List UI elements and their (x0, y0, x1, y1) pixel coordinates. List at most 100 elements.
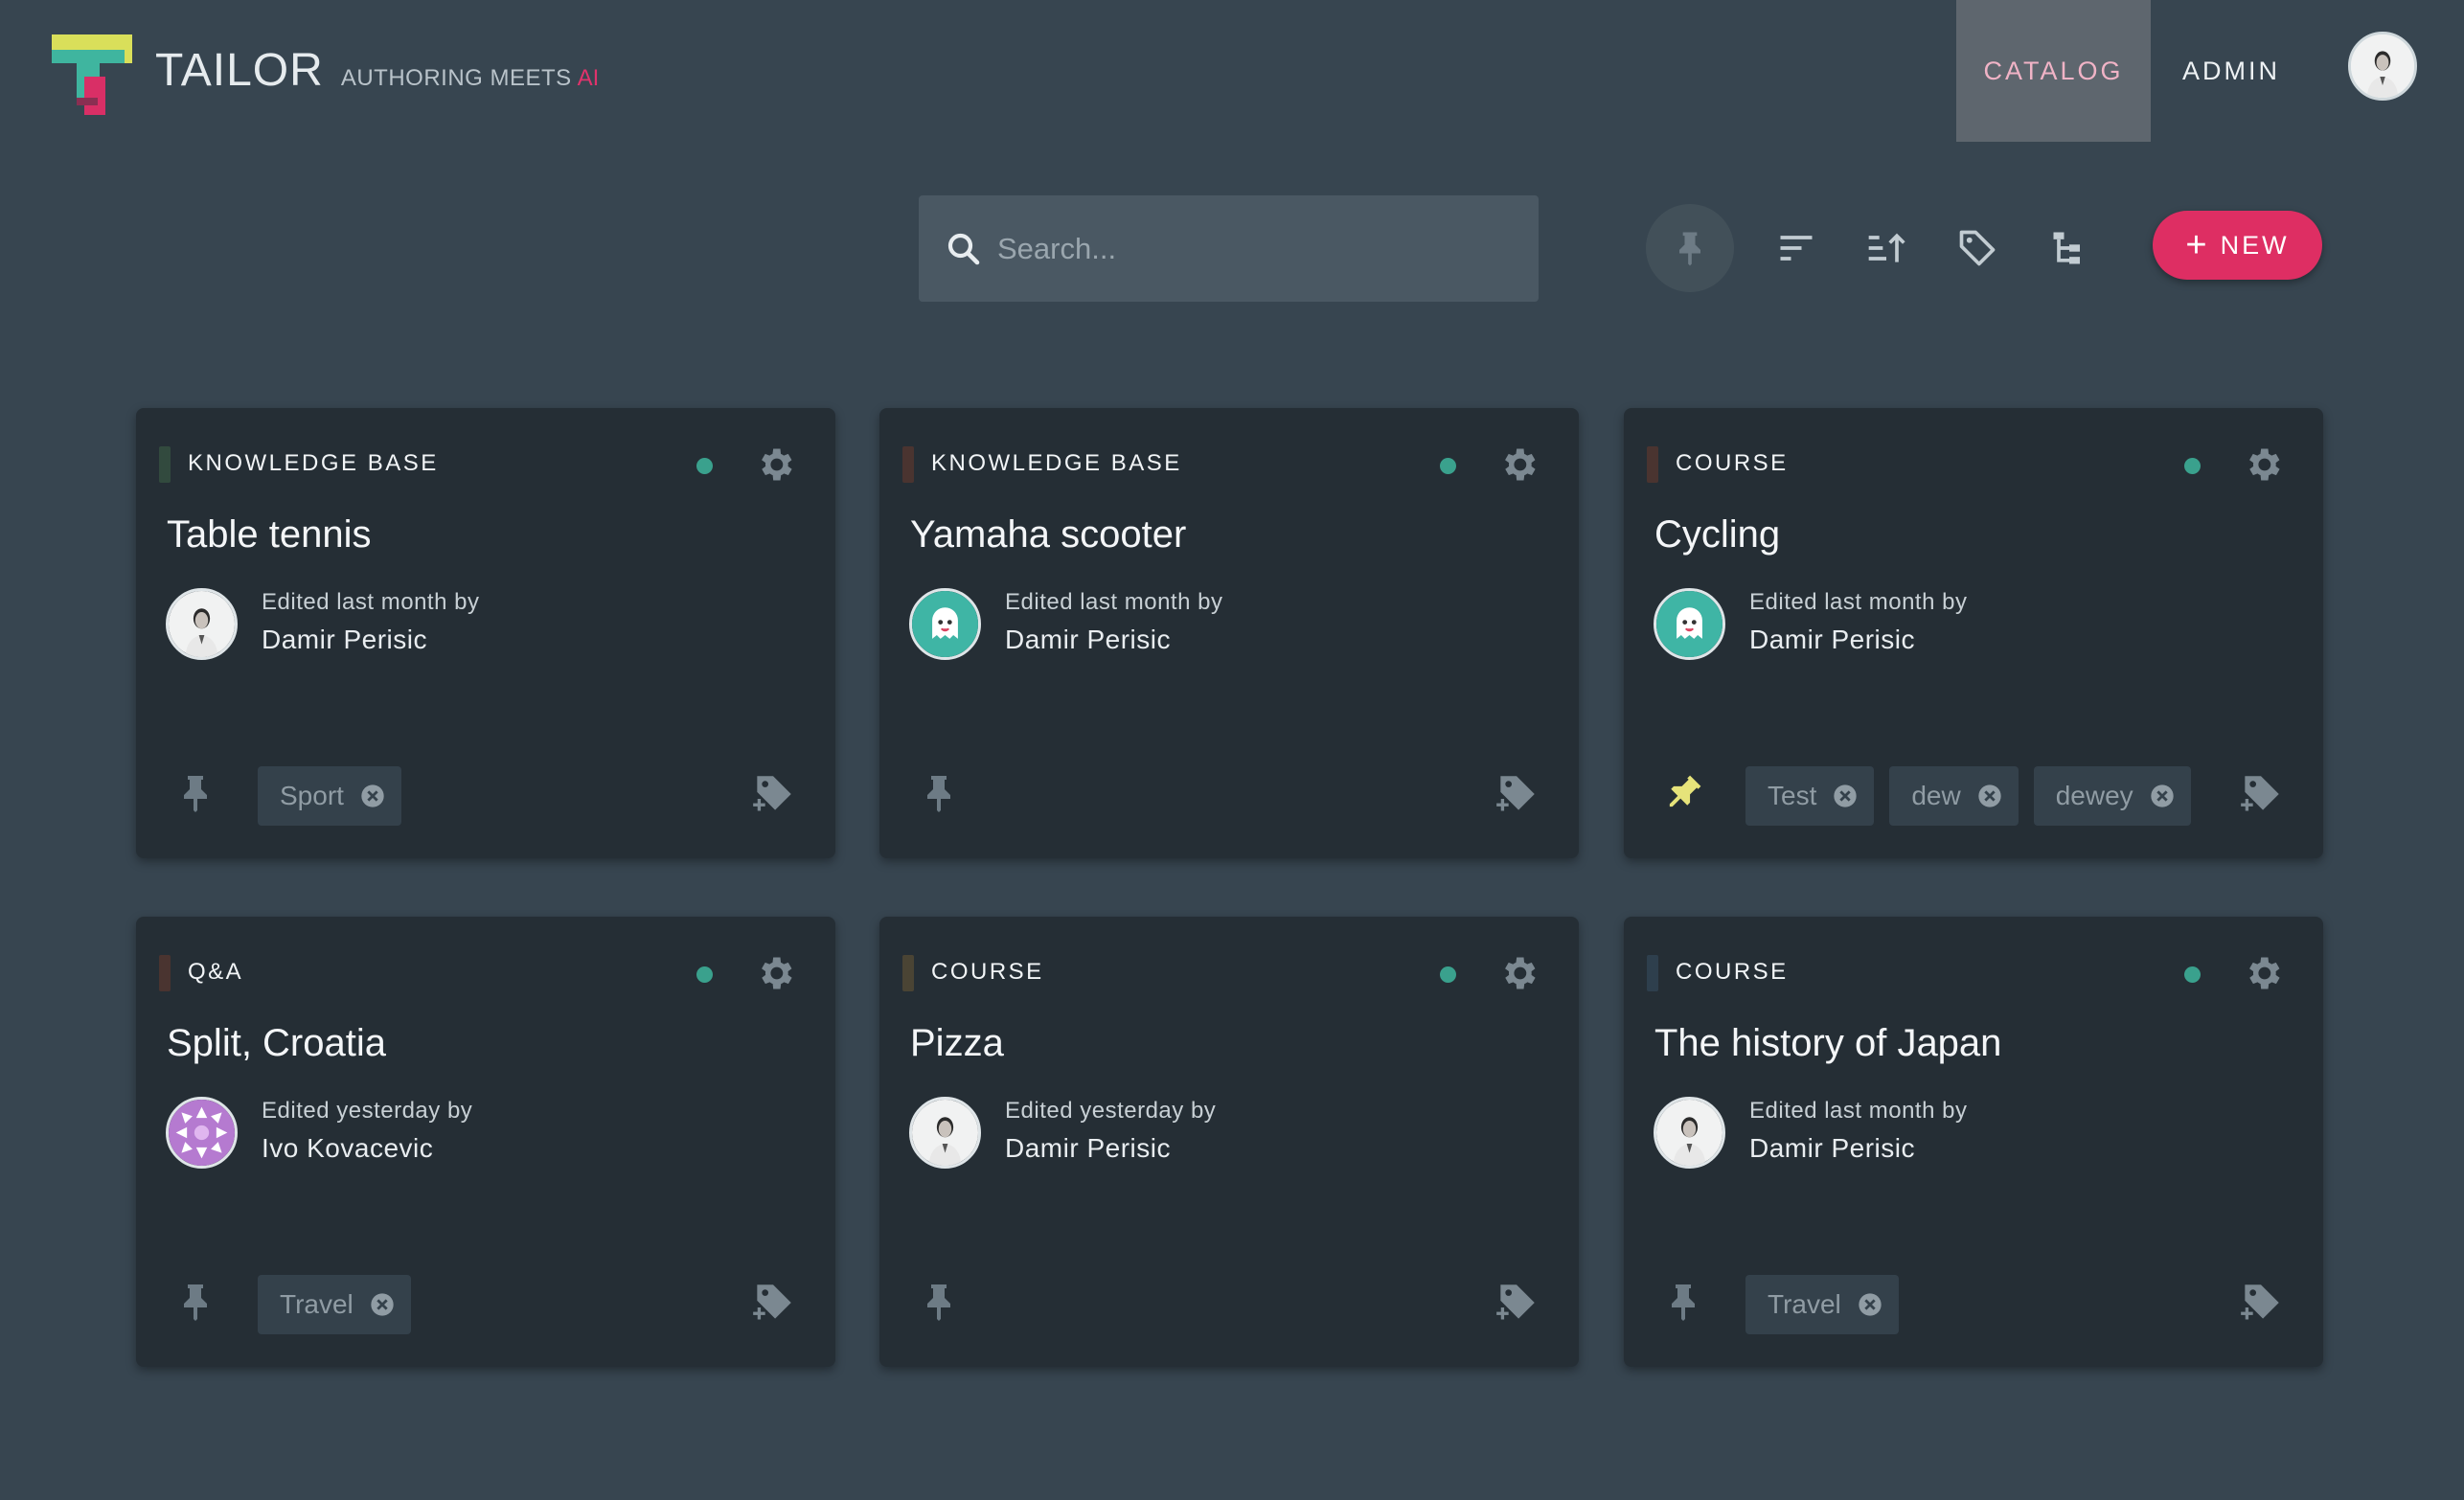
remove-tag-icon[interactable] (359, 783, 386, 809)
card-type: COURSE (1676, 959, 1789, 985)
card-type: Q&A (188, 959, 244, 985)
nav-tab-catalog[interactable]: CATALOG (1956, 0, 2151, 142)
add-tag-icon[interactable] (749, 1279, 797, 1327)
sort-order-button[interactable] (1842, 204, 1930, 292)
author-name: Ivo Kovacevic (262, 1133, 434, 1163)
search-box[interactable] (919, 195, 1539, 302)
tag-chip[interactable]: Travel (258, 1275, 411, 1334)
tree-view-icon (2053, 232, 2080, 264)
sort-icon (1780, 236, 1813, 261)
search-icon (947, 233, 980, 264)
tag-label: Travel (280, 1289, 354, 1319)
settings-gear-icon[interactable] (754, 952, 796, 994)
settings-gear-icon[interactable] (1497, 952, 1540, 994)
tag-label: Travel (1768, 1289, 1841, 1319)
author-avatar (909, 1097, 981, 1169)
tag-list: Sport (258, 766, 401, 826)
status-dot (1440, 458, 1456, 474)
tag-list: Travel (1745, 1275, 1899, 1334)
card-type: KNOWLEDGE BASE (931, 450, 1182, 476)
type-color-bar (159, 955, 171, 991)
type-color-bar (1647, 446, 1658, 483)
pin-icon[interactable] (1660, 1279, 1706, 1325)
add-tag-icon[interactable] (1493, 770, 1540, 818)
tag-label: dewey (2055, 781, 2133, 810)
tree-view-button[interactable] (2025, 204, 2113, 292)
pin-icon[interactable] (916, 1279, 962, 1325)
author-name: Damir Perisic (1749, 1133, 1915, 1163)
remove-tag-icon[interactable] (1976, 783, 2003, 809)
new-button[interactable]: + NEW (2153, 211, 2322, 280)
remove-tag-icon[interactable] (1857, 1291, 1883, 1318)
settings-gear-icon[interactable] (1497, 443, 1540, 486)
catalog-card[interactable]: KNOWLEDGE BASE Table tennis Edited last mo… (136, 408, 835, 858)
author-avatar (166, 588, 238, 660)
edited-text: Edited yesterday by (262, 1098, 473, 1124)
user-avatar[interactable] (2348, 32, 2417, 101)
add-tag-icon[interactable] (2237, 1279, 2285, 1327)
sort-button[interactable] (1752, 204, 1840, 292)
plus-icon: + (2185, 225, 2207, 265)
sort-order-icon (1868, 233, 1905, 262)
catalog-card[interactable]: KNOWLEDGE BASE Yamaha scooter Edited last … (879, 408, 1579, 858)
remove-tag-icon[interactable] (369, 1291, 396, 1318)
catalog-page: TAILOR AUTHORING MEETS AI CATALOG ADMIN (0, 0, 2464, 1500)
nav-tab-admin[interactable]: ADMIN (2151, 0, 2312, 142)
author-avatar (166, 1097, 238, 1169)
user-photo-icon (2351, 34, 2414, 98)
pin-filter-button[interactable] (1646, 204, 1734, 292)
pin-icon (1679, 232, 1700, 266)
status-dot (2184, 458, 2201, 474)
settings-gear-icon[interactable] (2242, 952, 2284, 994)
tag-outline-icon (1959, 230, 1996, 266)
tag-chip[interactable]: Sport (258, 766, 401, 826)
new-button-label: NEW (2220, 230, 2290, 260)
catalog-card[interactable]: Q&A Split, Croatia Edited yesterday by Ivo … (136, 917, 835, 1367)
add-tag-icon[interactable] (749, 770, 797, 818)
type-color-bar (159, 446, 171, 483)
remove-tag-icon[interactable] (2149, 783, 2176, 809)
author-name: Damir Perisic (1749, 625, 1915, 654)
brand-name: TAILOR (155, 45, 324, 96)
tag-chip[interactable]: Test (1745, 766, 1875, 826)
card-title[interactable]: Yamaha scooter (910, 513, 1186, 557)
pin-icon[interactable] (172, 770, 218, 816)
card-title[interactable]: The history of Japan (1654, 1022, 2001, 1065)
type-color-bar (1647, 955, 1658, 991)
author-name: Damir Perisic (1005, 1133, 1171, 1163)
type-color-bar (902, 446, 914, 483)
pin-icon[interactable] (172, 1279, 218, 1325)
author-avatar (909, 588, 981, 660)
status-dot (2184, 966, 2201, 983)
add-tag-icon[interactable] (1493, 1279, 1540, 1327)
tailor-logo-icon[interactable] (48, 31, 136, 119)
card-type: KNOWLEDGE BASE (188, 450, 439, 476)
pin-icon[interactable] (916, 770, 962, 816)
edited-text: Edited last month by (1749, 589, 1968, 615)
settings-gear-icon[interactable] (2242, 443, 2284, 486)
tag-label: Sport (280, 781, 344, 810)
card-title[interactable]: Pizza (910, 1022, 1004, 1065)
add-tag-icon[interactable] (2237, 770, 2285, 818)
tag-chip[interactable]: dewey (2033, 766, 2191, 826)
edited-text: Edited yesterday by (1005, 1098, 1217, 1124)
tag-label: dew (1911, 781, 1961, 810)
card-type: COURSE (931, 959, 1044, 985)
author-name: Damir Perisic (262, 625, 427, 654)
settings-gear-icon[interactable] (754, 443, 796, 486)
pinned-icon[interactable] (1660, 770, 1706, 816)
tag-filter-button[interactable] (1933, 204, 2021, 292)
remove-tag-icon[interactable] (1832, 783, 1859, 809)
catalog-card[interactable]: COURSE Pizza Edited yesterday by Damir Peri… (879, 917, 1579, 1367)
card-title[interactable]: Split, Croatia (167, 1022, 386, 1065)
tag-chip[interactable]: dew (1889, 766, 2019, 826)
edited-text: Edited last month by (1005, 589, 1223, 615)
card-title[interactable]: Table tennis (167, 513, 371, 557)
brand-tagline: AUTHORING MEETS (340, 65, 572, 91)
search-input[interactable] (997, 231, 1515, 266)
catalog-card[interactable]: COURSE Cycling Edited last month by Damir P… (1624, 408, 2323, 858)
catalog-card[interactable]: COURSE The history of Japan Edited last mo… (1624, 917, 2323, 1367)
card-title[interactable]: Cycling (1654, 513, 1780, 557)
type-color-bar (902, 955, 914, 991)
tag-chip[interactable]: Travel (1745, 1275, 1899, 1334)
